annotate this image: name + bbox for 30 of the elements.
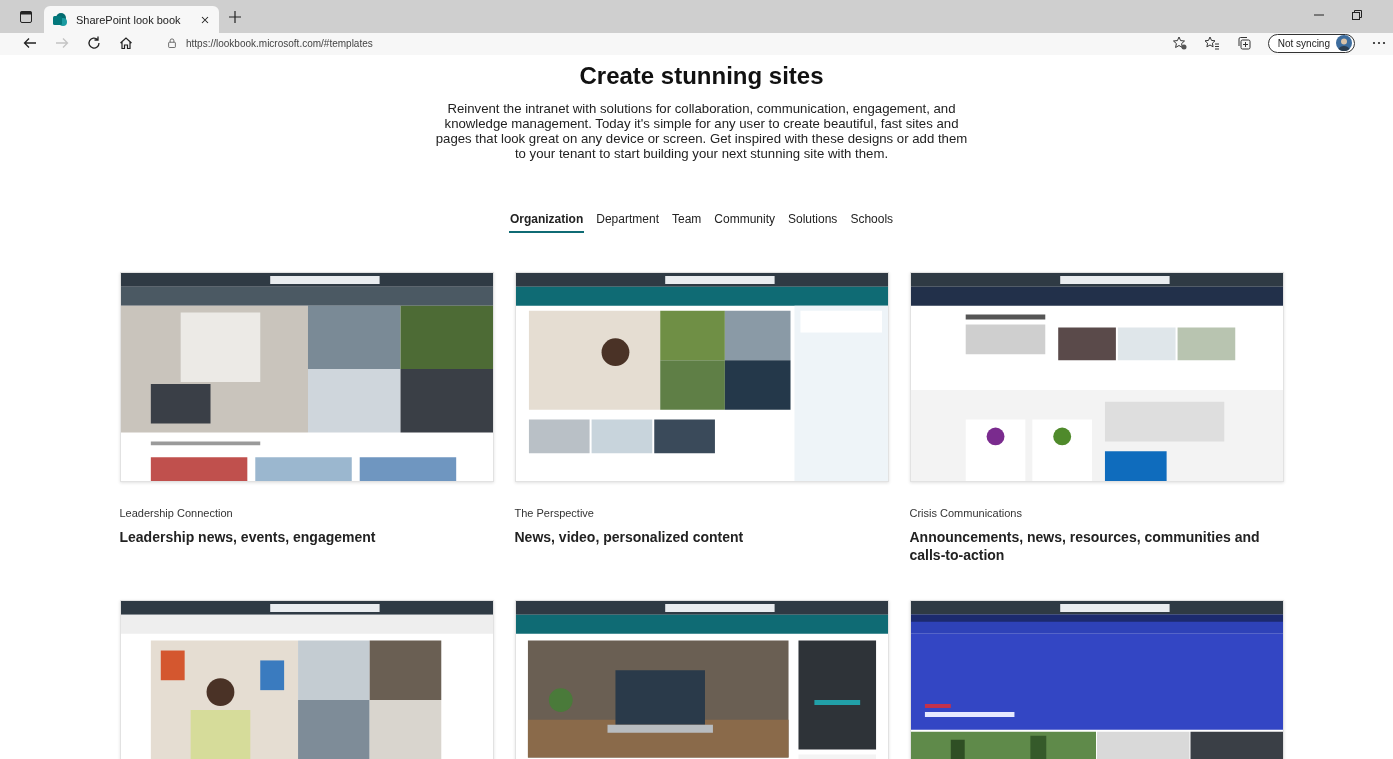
category-tab[interactable]: Solutions [787, 208, 839, 233]
template-category: Leadership Connection [119, 507, 234, 520]
back-icon[interactable] [22, 35, 38, 51]
category-tab[interactable]: Community [713, 208, 776, 233]
category-tab[interactable]: Department [595, 208, 660, 233]
template-title[interactable]: News, video, personalized content [514, 529, 889, 547]
collections-icon[interactable] [1235, 35, 1252, 51]
tab-title: SharePoint look book [76, 13, 182, 26]
browser-tab[interactable]: SharePoint look book [44, 6, 219, 33]
category-tab[interactable]: Organization [508, 208, 585, 233]
avatar-icon [1336, 35, 1352, 51]
new-tab-icon[interactable] [227, 9, 243, 25]
refresh-icon[interactable] [86, 35, 102, 51]
category-tab[interactable]: Schools [849, 208, 895, 233]
template-title[interactable]: Announcements, news, resources, communities and calls-to-action [909, 529, 1284, 564]
add-favorite-icon[interactable] [1171, 35, 1188, 51]
template-category: Crisis Communications [909, 507, 1023, 520]
template-title[interactable]: Leadership news, events, engagement [119, 529, 494, 547]
tab-actions-icon[interactable] [18, 9, 34, 25]
home-icon[interactable] [118, 35, 134, 51]
page-title: Create stunning sites [579, 61, 824, 91]
lock-icon [166, 37, 178, 49]
profile-button[interactable]: Not syncing [1267, 33, 1355, 53]
address-field[interactable]: https://lookbook.microsoft.com/#templates [186, 37, 373, 49]
category-tab[interactable]: Team [670, 208, 703, 233]
template-category: The Perspective [514, 507, 595, 520]
site-logo-icon [52, 11, 68, 28]
favorites-icon[interactable] [1203, 35, 1220, 51]
page-description: Reinvent the intranet with solutions for collaboration, communication, engagement, and knowledge management. Today it's simple for any user to create beautiful, fast sites and pages that look great on any device or screen. Get inspired with these designs or add them to your tenant to start building your next stunning site with them. [434, 101, 969, 161]
restore-icon[interactable] [1349, 7, 1365, 23]
